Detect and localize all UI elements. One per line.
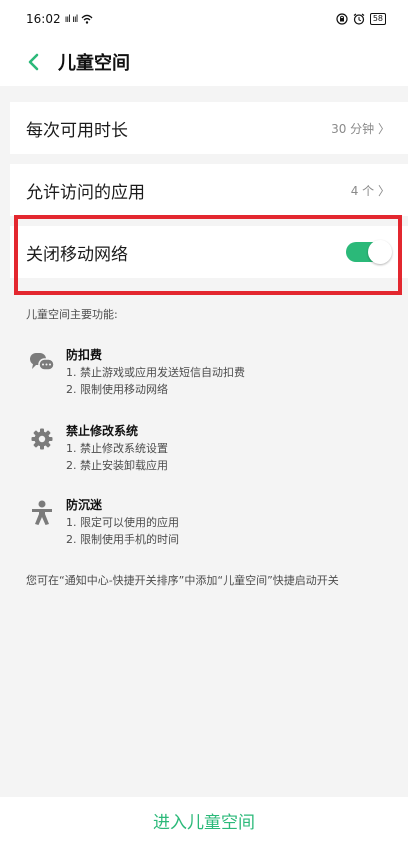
feature-system-lock: 禁止修改系统 1. 禁止修改系统设置 2. 禁止安装卸载应用 [28,423,168,474]
alarm-icon [353,13,365,25]
page-title: 儿童空间 [58,53,130,74]
chat-bubbles-icon [28,349,56,377]
highlight-box [14,215,402,295]
feature-line: 1. 限定可以使用的应用 [66,516,179,529]
duration-value: 30 分钟 〉 [331,121,390,136]
feature-anti-addiction: 防沉迷 1. 限定可以使用的应用 2. 限制使用手机的时间 [28,497,179,548]
person-icon [28,499,56,527]
allowed-apps-label: 允许访问的应用 [26,182,145,203]
wifi-icon [81,14,93,24]
feature-line: 2. 禁止安装卸载应用 [66,459,168,472]
feature-anti-charge: 防扣费 1. 禁止游戏或应用发送短信自动扣费 2. 限制使用移动网络 [28,347,245,398]
features-section-title: 儿童空间主要功能: [26,308,118,321]
allowed-apps-row[interactable]: 允许访问的应用 4 个 〉 [10,164,408,216]
header: 儿童空间 [0,38,408,86]
enter-kids-space-button[interactable]: 进入儿童空间 [153,808,255,833]
duration-setting-row[interactable]: 每次可用时长 30 分钟 〉 [10,102,408,154]
status-bar: 16:02 ııl ııl 58 [0,0,408,38]
signal-icon: ııl ııl [64,13,79,25]
gear-icon [28,425,56,453]
feature-line: 2. 限制使用手机的时间 [66,533,179,546]
lock-rotation-icon [336,13,348,25]
duration-label: 每次可用时长 [26,120,128,141]
status-time: 16:02 [26,12,61,26]
feature-title: 防扣费 [66,348,103,362]
back-button[interactable] [22,51,44,73]
feature-title: 禁止修改系统 [66,424,139,438]
feature-line: 2. 限制使用移动网络 [66,383,168,396]
chevron-left-icon [28,53,39,71]
feature-line: 1. 禁止修改系统设置 [66,442,168,455]
feature-line: 1. 禁止游戏或应用发送短信自动扣费 [66,366,245,379]
allowed-apps-value: 4 个 〉 [350,183,390,198]
feature-title: 防沉迷 [66,498,103,512]
bottom-bar: 进入儿童空间 [0,797,408,843]
battery-icon: 58 [369,13,386,25]
shortcut-hint: 您可在“通知中心-快捷开关排序”中添加“儿童空间”快捷启动开关 [26,574,339,587]
